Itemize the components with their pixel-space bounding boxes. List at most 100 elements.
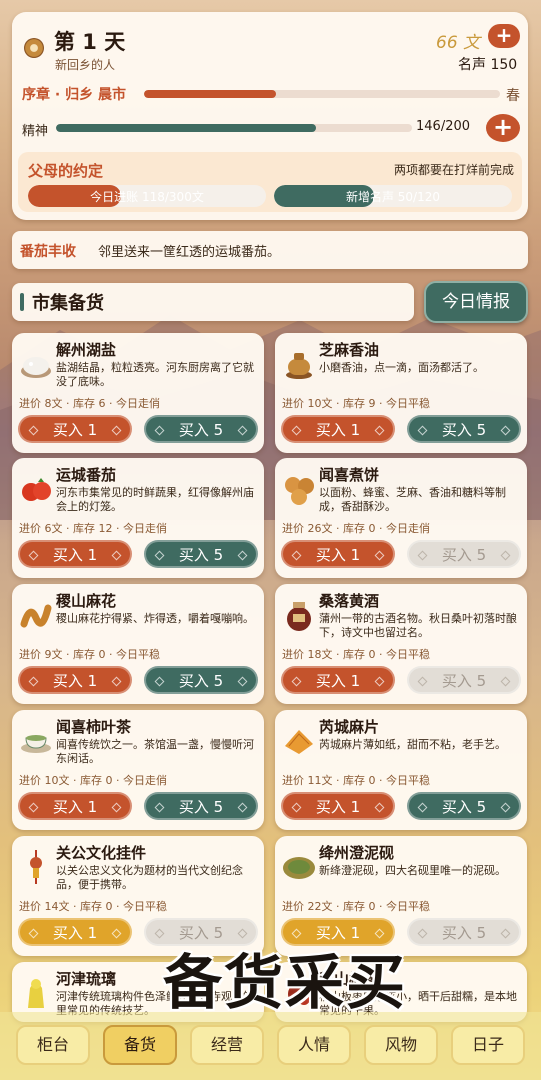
goods-desc: 蒲州一带的古酒名物。秋日桑叶初落时酿下，诗文中也留过名。 — [319, 612, 517, 639]
promise-title: 父母的约定 — [28, 162, 104, 180]
nav-tab-0[interactable]: 柜台 — [16, 1025, 90, 1065]
buy-1-button[interactable]: 买入 1 — [18, 918, 132, 946]
goods-meta: 进价 10文 · 库存 0 · 今日走俏 — [19, 774, 167, 787]
goods-desc: 盐湖结晶，粒粒透亮。河东厨房离了它就没了底味。 — [56, 361, 254, 388]
add-coins-button[interactable]: + — [488, 24, 520, 48]
buy-1-button[interactable]: 买入 1 — [18, 666, 132, 694]
goods-meta: 进价 10文 · 库存 9 · 今日平稳 — [282, 397, 430, 410]
energy-progress-bar — [56, 124, 412, 132]
goods-name: 稷山麻花 — [56, 592, 117, 610]
salt-icon — [21, 357, 51, 378]
bottom-nav: 柜台 备货 经营 人情 风物 日子 — [0, 1012, 541, 1080]
tomato-icon — [22, 478, 51, 501]
pendant-icon — [30, 850, 42, 884]
buy-5-button[interactable]: 买入 5 — [144, 666, 258, 694]
goods-card: 闻喜柿叶茶闻喜传统饮之一。茶馆温一盏，慢慢听河东闲话。进价 10文 · 库存 0… — [12, 710, 264, 830]
buy-1-button[interactable]: 买入 1 — [18, 540, 132, 568]
goods-name: 闻喜煮饼 — [319, 466, 380, 484]
goods-meta: 进价 8文 · 库存 6 · 今日走俏 — [19, 397, 160, 410]
glaze-icon — [28, 979, 44, 1008]
section-accent-bar — [20, 293, 24, 311]
buy-5-button[interactable]: 买入 5 — [407, 415, 521, 443]
tea-icon — [21, 735, 51, 753]
buy-1-button[interactable]: 买入 1 — [18, 415, 132, 443]
coin-avatar-icon — [24, 38, 44, 58]
cake-icon — [285, 477, 314, 505]
status-header: 第 1 天 新回乡的人 66 文 + 名声 150 序章 · 归乡 晨市 春 精… — [12, 12, 528, 220]
goods-card: 芮城麻片芮城麻片薄如纸，甜而不粘，老手艺。进价 11文 · 库存 0 · 今日平… — [275, 710, 527, 830]
inkstone-icon — [283, 857, 315, 879]
day-counter: 第 1 天 — [54, 30, 126, 54]
goods-desc: 河东市集常见的时鲜蔬果，红得像解州庙会上的灯笼。 — [56, 486, 254, 513]
coin-count: 66 文 — [436, 33, 481, 53]
buy-5-button[interactable]: 买入 5 — [407, 666, 521, 694]
energy-value: 146/200 — [416, 119, 471, 134]
goods-card: 稷山麻花稷山麻花拧得紧、炸得透，嚼着嘎嘣响。进价 9文 · 库存 0 · 今日平… — [12, 584, 264, 704]
buy-5-button[interactable]: 买入 5 — [144, 415, 258, 443]
goods-desc: 新绛澄泥砚，四大名砚里唯一的泥砚。 — [319, 864, 506, 877]
chapter-progress-bar — [144, 90, 500, 98]
news-banner: 番茄丰收 邻里送来一筐红透的运城番茄。 — [12, 231, 528, 269]
goods-name: 河津琉璃 — [56, 970, 117, 988]
news-text: 邻里送来一筐红透的运城番茄。 — [98, 245, 281, 260]
buy-5-button[interactable]: 买入 5 — [144, 540, 258, 568]
buy-1-button[interactable]: 买入 1 — [281, 415, 395, 443]
daily-intel-button[interactable]: 今日情报 — [424, 281, 528, 323]
buy-5-button[interactable]: 买入 5 — [407, 540, 521, 568]
goods-name: 芝麻香油 — [319, 341, 380, 359]
buy-5-button[interactable]: 买入 5 — [144, 792, 258, 820]
goods-desc: 闻喜传统饮之一。茶馆温一盏，慢慢听河东闲话。 — [56, 738, 254, 765]
goods-meta: 进价 26文 · 库存 0 · 今日走俏 — [282, 522, 430, 535]
add-energy-button[interactable]: + — [486, 114, 520, 142]
goods-desc: 以面粉、蜂蜜、芝麻、香油和糖料等制成，香甜酥沙。 — [319, 486, 506, 513]
energy-label: 精神 — [22, 124, 49, 139]
sesame-crisp-icon — [285, 730, 313, 754]
goods-card: 桑落黄酒蒲州一带的古酒名物。秋日桑叶初落时酿下，诗文中也留过名。进价 18文 ·… — [275, 584, 527, 704]
income-goal-bar: 今日进账 118/300文 — [28, 185, 266, 207]
goods-name: 运城番茄 — [56, 466, 117, 484]
season-label: 春 — [506, 88, 520, 104]
goods-desc: 小磨香油，点一滴，面汤都活了。 — [319, 361, 484, 374]
nav-tab-2[interactable]: 经营 — [190, 1025, 264, 1065]
buy-1-button[interactable]: 买入 1 — [281, 666, 395, 694]
nav-tab-4[interactable]: 风物 — [364, 1025, 438, 1065]
goods-card: 闻喜煮饼以面粉、蜂蜜、芝麻、香油和糖料等制成，香甜酥沙。进价 26文 · 库存 … — [275, 458, 527, 578]
goods-card: 芝麻香油小磨香油，点一滴，面汤都活了。进价 10文 · 库存 9 · 今日平稳买… — [275, 333, 527, 453]
nav-tab-1[interactable]: 备货 — [103, 1025, 177, 1065]
goods-meta: 进价 22文 · 库存 0 · 今日平稳 — [282, 900, 430, 913]
buy-1-button[interactable]: 买入 1 — [281, 540, 395, 568]
section-title: 市集备货 — [32, 293, 104, 314]
goods-desc: 芮城麻片薄如纸，甜而不粘，老手艺。 — [319, 738, 506, 751]
buy-1-button[interactable]: 买入 1 — [18, 792, 132, 820]
income-goal-text: 今日进账 118/300文 — [90, 190, 204, 204]
reputation-goal-text: 新增名声 50/120 — [345, 190, 441, 204]
promise-note: 两项都要在打烊前完成 — [393, 163, 514, 177]
goods-name: 桑落黄酒 — [319, 592, 380, 610]
goods-name: 关公文化挂件 — [56, 844, 147, 862]
goods-card: 运城番茄河东市集常见的时鲜蔬果，红得像解州庙会上的灯笼。进价 6文 · 库存 1… — [12, 458, 264, 578]
goods-meta: 进价 18文 · 库存 0 · 今日平稳 — [282, 648, 430, 661]
goods-desc: 以关公忠义文化为题材的当代文创纪念品，便于携带。 — [56, 864, 243, 891]
chapter-label: 序章 · 归乡 晨市 — [22, 87, 126, 103]
twist-icon — [20, 604, 52, 628]
goods-meta: 进价 11文 · 库存 0 · 今日平稳 — [282, 774, 430, 787]
parents-promise-panel: 父母的约定 两项都要在打烊前完成 今日进账 118/300文 新增名声 50/1… — [18, 152, 522, 212]
goods-meta: 进价 6文 · 库存 12 · 今日走俏 — [19, 522, 167, 535]
goods-card: 解州湖盐 盐湖结晶，粒粒透亮。河东厨房离了它就没了底味。 进价 8文 · 库存 6 … — [12, 333, 264, 453]
reputation-value: 名声 150 — [458, 57, 518, 73]
buy-5-button[interactable]: 买入 5 — [407, 792, 521, 820]
section-header: 市集备货 — [12, 283, 414, 321]
goods-name: 芮城麻片 — [319, 718, 380, 736]
nav-tab-5[interactable]: 日子 — [451, 1025, 525, 1065]
player-title: 新回乡的人 — [55, 58, 116, 72]
goods-desc: 稷山麻花拧得紧、炸得透，嚼着嘎嘣响。 — [56, 612, 254, 625]
goods-name: 闻喜柿叶茶 — [56, 718, 132, 736]
goods-meta: 进价 9文 · 库存 0 · 今日平稳 — [19, 648, 160, 661]
goods-meta: 进价 14文 · 库存 0 · 今日平稳 — [19, 900, 167, 913]
overlay-caption: 备货采买 — [163, 948, 408, 1017]
oil-jar-icon — [286, 353, 312, 379]
nav-tab-3[interactable]: 人情 — [277, 1025, 351, 1065]
buy-1-button[interactable]: 买入 1 — [281, 792, 395, 820]
news-tag: 番茄丰收 — [20, 244, 76, 260]
buy-5-button[interactable]: 买入 5 — [407, 918, 521, 946]
